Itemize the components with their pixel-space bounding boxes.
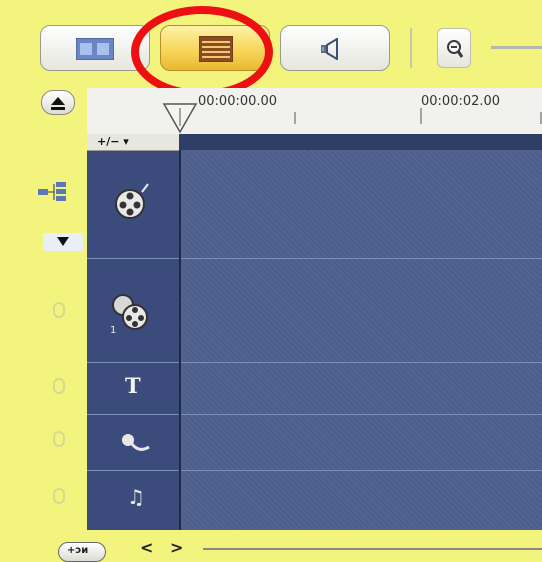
overlay-reels-icon: 1 — [110, 294, 148, 335]
lock-icon[interactable] — [53, 302, 65, 318]
eject-button[interactable] — [41, 90, 75, 115]
music-note-icon: ♫ — [127, 485, 145, 509]
voice-track[interactable] — [87, 414, 542, 470]
overlay-track[interactable]: 1 — [87, 258, 542, 362]
speaker-icon — [321, 38, 338, 60]
chevron-down-icon — [57, 237, 69, 246]
film-reel-icon — [115, 183, 149, 219]
ruler-ticks — [294, 108, 542, 124]
video-track[interactable] — [87, 150, 542, 258]
time-ruler[interactable]: 00:00:00.00 00:00:02.00 — [87, 88, 542, 134]
lock-icon[interactable] — [53, 431, 65, 447]
project-button[interactable]: +ↄᴎ — [58, 542, 106, 562]
title-track[interactable]: T — [87, 362, 542, 414]
track-manager-icon[interactable] — [36, 181, 76, 203]
filmstrip-icon — [76, 38, 114, 60]
svg-text:1: 1 — [110, 325, 116, 335]
track-expand-toggle[interactable] — [43, 233, 83, 251]
zoom-slider[interactable] — [491, 46, 542, 49]
playhead-marker-icon[interactable] — [162, 96, 198, 134]
scroll-left-button[interactable]: < — [140, 538, 153, 557]
add-remove-tracks-button[interactable]: +/− ▾ — [87, 134, 179, 151]
zoom-out-button[interactable] — [437, 28, 471, 68]
highlight-circle — [131, 6, 273, 98]
title-icon: T — [125, 373, 141, 398]
lock-icon[interactable] — [53, 378, 65, 394]
timeline-scrollbar[interactable] — [203, 548, 542, 550]
music-track[interactable]: ♫ — [87, 470, 542, 530]
add-remove-label: +/− ▾ — [97, 135, 129, 148]
audio-view-button[interactable] — [280, 25, 390, 71]
track-divider — [179, 150, 181, 530]
eject-icon — [51, 97, 65, 110]
zoom-out-icon — [447, 40, 464, 58]
project-button-label: +ↄᴎ — [67, 545, 89, 556]
scroll-right-button[interactable]: > — [170, 538, 183, 557]
toolbar-divider — [410, 28, 412, 68]
lock-icon[interactable] — [53, 488, 65, 504]
microphone-icon — [122, 434, 150, 451]
